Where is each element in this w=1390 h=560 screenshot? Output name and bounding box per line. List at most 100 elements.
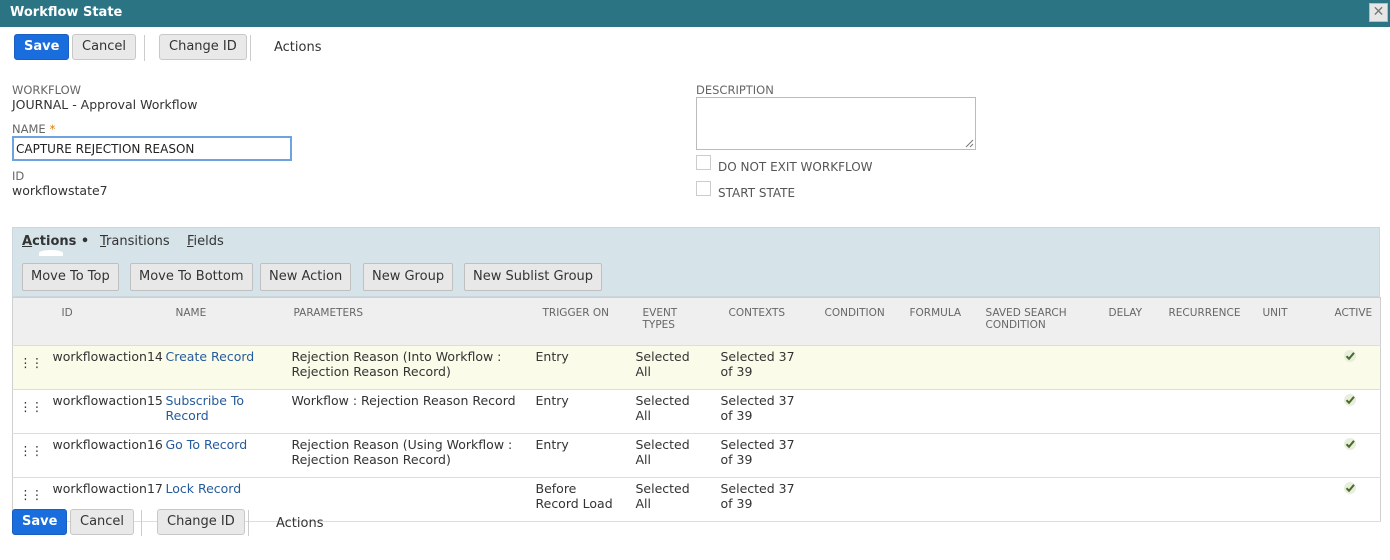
- description-field[interactable]: [696, 97, 976, 150]
- start-state-checkbox[interactable]: [696, 181, 711, 196]
- column-header-drag: [12, 297, 49, 346]
- row-saved-search: [963, 345, 1086, 390]
- row-formula: [886, 345, 964, 390]
- row-delay: [1085, 433, 1146, 478]
- subtab-panel: Actions • Transitions Fields Move To Top…: [12, 227, 1380, 297]
- change-id-button[interactable]: Change ID: [159, 34, 247, 60]
- row-trigger-on: Entry: [520, 345, 621, 390]
- tab-transitions-label: ransitions: [106, 234, 170, 249]
- window-titlebar: Workflow State ✕: [0, 0, 1390, 27]
- row-id: workflowaction14: [48, 345, 163, 390]
- new-action-button[interactable]: New Action: [260, 263, 352, 291]
- do-not-exit-label: DO NOT EXIT WORKFLOW: [718, 160, 873, 174]
- row-unit: [1239, 345, 1315, 390]
- row-trigger-on: Entry: [520, 433, 621, 478]
- name-label-text: NAME: [12, 122, 46, 136]
- toolbar-divider: [144, 35, 145, 61]
- cancel-button[interactable]: Cancel: [72, 34, 137, 60]
- name-input[interactable]: [12, 136, 292, 161]
- row-recurrence: [1145, 345, 1240, 390]
- toolbar-divider: [141, 510, 142, 536]
- row-contexts: Selected 37 of 39: [705, 433, 802, 478]
- bottom-toolbar: Save Cancel Change ID Actions: [0, 509, 1390, 539]
- tab-transitions[interactable]: Transitions: [100, 234, 170, 249]
- row-delay: [1085, 345, 1146, 390]
- column-header-contexts[interactable]: CONTEXTS: [705, 297, 802, 346]
- column-header-parameters[interactable]: PARAMETERS: [287, 297, 521, 346]
- move-to-bottom-button[interactable]: Move To Bottom: [130, 263, 253, 291]
- row-name-link[interactable]: Go To Record: [161, 433, 288, 478]
- tab-actions-label: ctions: [32, 234, 77, 249]
- checkmark-icon: [1343, 394, 1356, 406]
- do-not-exit-checkbox[interactable]: [696, 155, 711, 170]
- actions-menu[interactable]: Actions: [274, 40, 322, 55]
- row-id: workflowaction15: [48, 389, 163, 434]
- column-header-saved-search-condition[interactable]: SAVED SEARCH CONDITION: [963, 297, 1086, 346]
- row-active: [1314, 433, 1381, 478]
- drag-handle-icon[interactable]: ⋮⋮: [12, 433, 49, 478]
- row-condition: [801, 345, 887, 390]
- window-title: Workflow State: [10, 5, 123, 20]
- row-recurrence: [1145, 389, 1240, 434]
- row-active: [1314, 345, 1381, 390]
- save-button-bottom[interactable]: Save: [12, 509, 68, 535]
- new-sublist-group-button[interactable]: New Sublist Group: [464, 263, 603, 291]
- row-name-link[interactable]: Create Record: [161, 345, 288, 390]
- row-formula: [886, 433, 964, 478]
- row-event-types: Selected All: [620, 389, 706, 434]
- row-unit: [1239, 433, 1315, 478]
- column-header-active[interactable]: ACTIVE: [1314, 297, 1381, 346]
- column-header-condition[interactable]: CONDITION: [801, 297, 887, 346]
- id-label: ID: [12, 169, 25, 183]
- change-id-button-bottom[interactable]: Change ID: [157, 509, 245, 535]
- row-trigger-on: Entry: [520, 389, 621, 434]
- row-recurrence: [1145, 433, 1240, 478]
- tab-actions[interactable]: Actions •: [22, 234, 89, 249]
- row-delay: [1085, 389, 1146, 434]
- tab-actions-mnemonic: A: [22, 234, 33, 249]
- actions-menu-bottom[interactable]: Actions: [276, 516, 324, 531]
- row-parameters: Rejection Reason (Into Workflow : Reject…: [287, 345, 521, 390]
- description-label: DESCRIPTION: [696, 83, 774, 97]
- save-button[interactable]: Save: [14, 34, 70, 60]
- table-row[interactable]: ⋮⋮ workflowaction15 Subscribe To Record …: [12, 389, 1381, 434]
- required-mark: *: [49, 122, 56, 136]
- checkmark-icon: [1343, 350, 1356, 362]
- table-row[interactable]: ⋮⋮ workflowaction16 Go To Record Rejecti…: [12, 433, 1381, 478]
- row-id: workflowaction16: [48, 433, 163, 478]
- drag-handle-icon[interactable]: ⋮⋮: [12, 389, 49, 434]
- column-header-recurrence[interactable]: RECURRENCE: [1145, 297, 1241, 346]
- name-label: NAME *: [12, 122, 55, 136]
- column-header-event-types[interactable]: EVENT TYPES: [620, 297, 706, 346]
- drag-handle-icon[interactable]: ⋮⋮: [12, 345, 49, 390]
- column-header-unit[interactable]: UNIT: [1239, 297, 1315, 346]
- row-event-types: Selected All: [620, 433, 706, 478]
- row-contexts: Selected 37 of 39: [705, 389, 802, 434]
- column-header-name[interactable]: NAME: [161, 297, 288, 346]
- row-saved-search: [963, 433, 1086, 478]
- column-header-trigger-on[interactable]: TRIGGER ON: [520, 297, 621, 346]
- row-saved-search: [963, 389, 1086, 434]
- workflow-value: JOURNAL - Approval Workflow: [12, 97, 198, 112]
- checkmark-icon: [1343, 438, 1356, 450]
- row-event-types: Selected All: [620, 345, 706, 390]
- checkmark-icon: [1343, 482, 1356, 494]
- column-header-delay[interactable]: DELAY: [1085, 297, 1146, 346]
- column-header-id[interactable]: ID: [48, 297, 162, 346]
- new-group-button[interactable]: New Group: [363, 263, 454, 291]
- row-name-link[interactable]: Subscribe To Record: [161, 389, 288, 434]
- start-state-label: START STATE: [718, 186, 796, 200]
- cancel-button-bottom[interactable]: Cancel: [70, 509, 135, 535]
- move-to-top-button[interactable]: Move To Top: [22, 263, 119, 291]
- toolbar-divider: [250, 35, 251, 61]
- column-header-formula[interactable]: FORMULA: [886, 297, 964, 346]
- tab-fields-label: ields: [193, 234, 224, 249]
- resize-grip-icon[interactable]: [964, 138, 974, 148]
- row-contexts: Selected 37 of 39: [705, 345, 802, 390]
- row-condition: [801, 389, 887, 434]
- tab-fields[interactable]: Fields: [187, 234, 224, 249]
- row-parameters: Rejection Reason (Using Workflow : Rejec…: [287, 433, 521, 478]
- close-icon[interactable]: ✕: [1369, 3, 1388, 22]
- table-row[interactable]: ⋮⋮ workflowaction14 Create Record Reject…: [12, 345, 1381, 390]
- row-active: [1314, 389, 1381, 434]
